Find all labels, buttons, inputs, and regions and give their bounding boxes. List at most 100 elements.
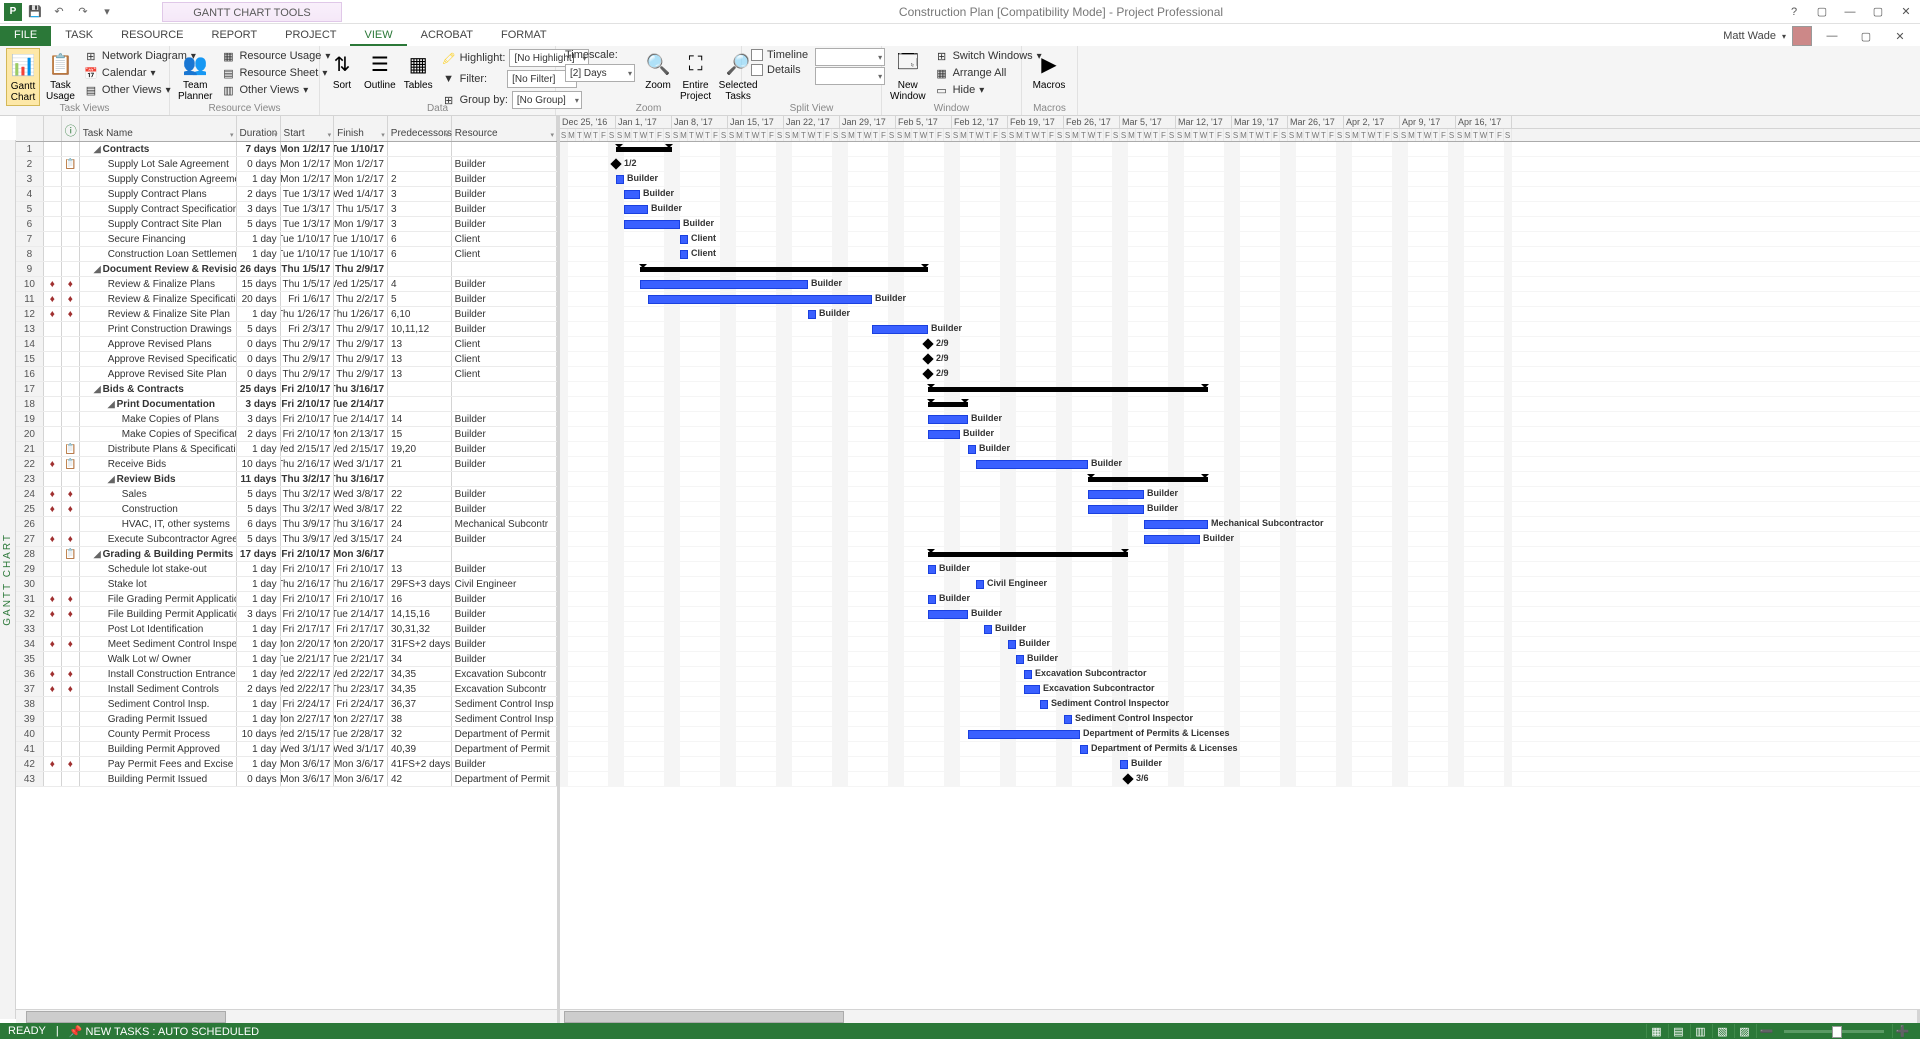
predecessor-cell[interactable]: 22 bbox=[388, 487, 452, 501]
duration-cell[interactable]: 1 day bbox=[237, 637, 281, 651]
doc-restore-icon[interactable]: ▢ bbox=[1852, 26, 1880, 46]
gantt-row[interactable]: Sediment Control Inspector bbox=[560, 712, 1920, 727]
finish-cell[interactable]: Thu 2/9/17 bbox=[334, 262, 388, 276]
predecessor-cell[interactable]: 21 bbox=[388, 457, 452, 471]
collapse-icon[interactable]: ◢ bbox=[94, 144, 101, 155]
duration-cell[interactable]: 0 days bbox=[237, 772, 281, 786]
start-cell[interactable]: Thu 2/16/17 bbox=[281, 577, 335, 591]
gantt-row[interactable]: Builder bbox=[560, 217, 1920, 232]
start-cell[interactable]: Fri 2/10/17 bbox=[281, 382, 335, 396]
predecessor-cell[interactable]: 13 bbox=[388, 337, 452, 351]
row-number[interactable]: 26 bbox=[16, 517, 44, 531]
resource-cell[interactable]: Builder bbox=[452, 457, 557, 471]
start-cell[interactable]: Mon 3/6/17 bbox=[281, 757, 335, 771]
table-row[interactable]: 22♦📋Receive Bids10 daysThu 2/16/17Wed 3/… bbox=[16, 457, 557, 472]
minimize-icon[interactable]: — bbox=[1836, 2, 1864, 22]
predecessor-cell[interactable]: 40,39 bbox=[388, 742, 452, 756]
duration-cell[interactable]: 1 day bbox=[237, 652, 281, 666]
task-bar[interactable] bbox=[1144, 535, 1200, 544]
res-other-views-button[interactable]: ▥Other Views ▾ bbox=[218, 82, 333, 98]
table-row[interactable]: 12♦♦Review & Finalize Site Plan1 dayThu … bbox=[16, 307, 557, 322]
predecessor-cell[interactable]: 41FS+2 days bbox=[388, 757, 452, 771]
task-name-cell[interactable]: Building Permit Approved bbox=[80, 742, 237, 756]
gantt-row[interactable]: Builder bbox=[560, 442, 1920, 457]
resource-cell[interactable]: Builder bbox=[452, 202, 557, 216]
start-cell[interactable]: Fri 2/10/17 bbox=[281, 397, 335, 411]
row-number[interactable]: 13 bbox=[16, 322, 44, 336]
duration-cell[interactable]: 26 days bbox=[237, 262, 281, 276]
tab-project[interactable]: PROJECT bbox=[271, 26, 350, 46]
finish-cell[interactable]: Mon 1/2/17 bbox=[334, 157, 388, 171]
duration-cell[interactable]: 5 days bbox=[237, 502, 281, 516]
finish-cell[interactable]: Thu 1/26/17 bbox=[334, 307, 388, 321]
gantt-row[interactable]: Client bbox=[560, 247, 1920, 262]
gantt-row[interactable]: Builder bbox=[560, 412, 1920, 427]
gantt-row[interactable]: Builder bbox=[560, 502, 1920, 517]
predecessor-cell[interactable] bbox=[388, 262, 452, 276]
table-row[interactable]: 36♦♦Install Construction Entrance1 dayWe… bbox=[16, 667, 557, 682]
finish-cell[interactable]: Fri 2/10/17 bbox=[334, 592, 388, 606]
duration-cell[interactable]: 15 days bbox=[237, 277, 281, 291]
gantt-row[interactable]: 2/9 bbox=[560, 367, 1920, 382]
maximize-icon[interactable]: ▢ bbox=[1864, 2, 1892, 22]
predecessor-cell[interactable]: 34 bbox=[388, 652, 452, 666]
row-number[interactable]: 39 bbox=[16, 712, 44, 726]
resource-cell[interactable]: Sediment Control Insp bbox=[452, 697, 557, 711]
resource-cell[interactable]: Department of Permit bbox=[452, 772, 557, 786]
row-number[interactable]: 17 bbox=[16, 382, 44, 396]
predecessor-cell[interactable]: 42 bbox=[388, 772, 452, 786]
table-row[interactable]: 41Building Permit Approved1 dayWed 3/1/1… bbox=[16, 742, 557, 757]
predecessor-cell[interactable] bbox=[388, 382, 452, 396]
gantt-row[interactable]: Mechanical Subcontractor bbox=[560, 517, 1920, 532]
start-cell[interactable]: Wed 3/1/17 bbox=[281, 742, 335, 756]
zoom-slider[interactable] bbox=[1784, 1030, 1884, 1033]
resource-cell[interactable]: Builder bbox=[452, 532, 557, 546]
gantt-row[interactable]: Builder bbox=[560, 427, 1920, 442]
start-cell[interactable]: Mon 2/27/17 bbox=[281, 712, 335, 726]
predecessor-cell[interactable]: 3 bbox=[388, 217, 452, 231]
duration-cell[interactable]: 1 day bbox=[237, 307, 281, 321]
task-bar[interactable] bbox=[928, 565, 936, 574]
predecessor-cell[interactable]: 34,35 bbox=[388, 667, 452, 681]
table-row[interactable]: 13Print Construction Drawings5 daysFri 2… bbox=[16, 322, 557, 337]
timeline-check[interactable]: Timeline bbox=[748, 48, 811, 62]
table-row[interactable]: 7Secure Financing1 dayTue 1/10/17Tue 1/1… bbox=[16, 232, 557, 247]
row-number[interactable]: 14 bbox=[16, 337, 44, 351]
start-cell[interactable]: Thu 3/2/17 bbox=[281, 487, 335, 501]
duration-cell[interactable]: 1 day bbox=[237, 697, 281, 711]
row-number[interactable]: 22 bbox=[16, 457, 44, 471]
duration-cell[interactable]: 1 day bbox=[237, 247, 281, 261]
task-name-cell[interactable]: Receive Bids bbox=[80, 457, 237, 471]
task-bar[interactable] bbox=[1008, 640, 1016, 649]
finish-cell[interactable]: Wed 1/25/17 bbox=[334, 277, 388, 291]
resource-cell[interactable]: Builder bbox=[452, 757, 557, 771]
gantt-row[interactable]: Builder bbox=[560, 607, 1920, 622]
predecessor-cell[interactable]: 22 bbox=[388, 502, 452, 516]
row-number[interactable]: 42 bbox=[16, 757, 44, 771]
duration-cell[interactable]: 1 day bbox=[237, 757, 281, 771]
resource-cell[interactable]: Builder bbox=[452, 607, 557, 621]
table-row[interactable]: 18◢Print Documentation3 daysFri 2/10/17T… bbox=[16, 397, 557, 412]
row-number[interactable]: 28 bbox=[16, 547, 44, 561]
finish-cell[interactable]: Fri 2/24/17 bbox=[334, 697, 388, 711]
table-row[interactable]: 26HVAC, IT, other systems6 daysThu 3/9/1… bbox=[16, 517, 557, 532]
finish-cell[interactable]: Mon 1/2/17 bbox=[334, 172, 388, 186]
predecessor-cell[interactable]: 14 bbox=[388, 412, 452, 426]
duration-cell[interactable]: 1 day bbox=[237, 742, 281, 756]
row-number[interactable]: 40 bbox=[16, 727, 44, 741]
view-team-icon[interactable]: ▥ bbox=[1690, 1024, 1710, 1038]
milestone-bar[interactable] bbox=[1122, 773, 1133, 784]
start-header[interactable]: Start bbox=[281, 116, 335, 141]
task-name-cell[interactable]: Approve Revised Site Plan bbox=[80, 367, 237, 381]
duration-cell[interactable]: 5 days bbox=[237, 532, 281, 546]
duration-cell[interactable]: 1 day bbox=[237, 592, 281, 606]
task-name-cell[interactable]: Supply Contract Plans bbox=[80, 187, 237, 201]
predecessor-cell[interactable]: 3 bbox=[388, 202, 452, 216]
predecessor-cell[interactable]: 34,35 bbox=[388, 682, 452, 696]
predecessor-cell[interactable]: 19,20 bbox=[388, 442, 452, 456]
start-cell[interactable]: Fri 2/10/17 bbox=[281, 427, 335, 441]
zoom-in-icon[interactable]: ➕ bbox=[1892, 1024, 1912, 1038]
task-bar[interactable] bbox=[928, 595, 936, 604]
predecessor-cell[interactable]: 13 bbox=[388, 352, 452, 366]
start-cell[interactable]: Wed 2/15/17 bbox=[281, 727, 335, 741]
